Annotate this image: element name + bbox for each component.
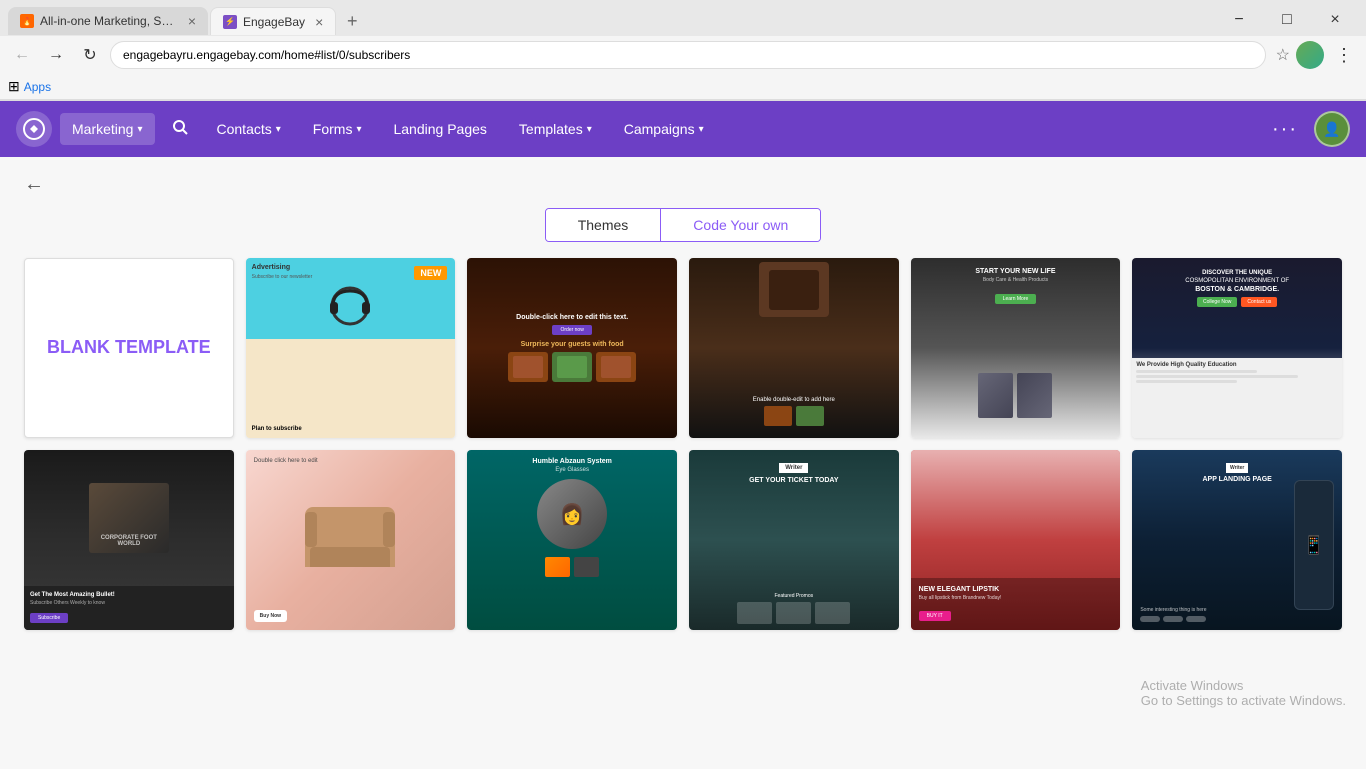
page-content: ← Themes Code Your own BLANK TEMPLATE Ad… xyxy=(0,157,1366,769)
nav-marketing[interactable]: Marketing ▾ xyxy=(60,113,155,145)
corporate-preview: CORPORATE FOOT WORLD Get The Most Amazin… xyxy=(24,450,234,630)
education-preview: DISCOVER THE UNIQUE COSMOPOLITAN ENVIRON… xyxy=(1132,258,1342,438)
search-icon-svg xyxy=(171,118,189,136)
themes-tab[interactable]: Themes xyxy=(546,209,661,241)
nav-templates-label: Templates xyxy=(519,121,583,137)
nav-contacts[interactable]: Contacts ▾ xyxy=(205,113,293,145)
code-your-own-tab[interactable]: Code Your own xyxy=(661,209,820,241)
nav-search-icon[interactable] xyxy=(163,110,197,149)
browser-profile-avatar[interactable] xyxy=(1296,41,1324,69)
view-tab-group: Themes Code Your own xyxy=(545,208,822,242)
browser-tab-1[interactable]: 🔥 All-in-one Marketing, Sales, Sup... × xyxy=(8,7,208,35)
template-card-headphones[interactable]: Advertising Subscribe to our newsletter … xyxy=(246,258,456,438)
template-card-food[interactable]: Double-click here to edit this text. Ord… xyxy=(467,258,677,438)
back-nav-button[interactable]: ← xyxy=(8,41,36,69)
template-card-corporate[interactable]: CORPORATE FOOT WORLD Get The Most Amazin… xyxy=(24,450,234,630)
nav-forms-label: Forms xyxy=(313,121,353,137)
headphones-preview: Advertising Subscribe to our newsletter … xyxy=(246,258,456,438)
nav-templates[interactable]: Templates ▾ xyxy=(507,113,604,145)
template-card-health[interactable]: START YOUR NEW LIFE Body Care & Health P… xyxy=(911,258,1121,438)
lipstick-preview: NEW ELEGANT LIPSTIK Buy all lipstick fro… xyxy=(911,450,1121,630)
avatar-initial: 👤 xyxy=(1323,121,1340,138)
nav-templates-chevron: ▾ xyxy=(587,124,592,135)
nav-forms[interactable]: Forms ▾ xyxy=(301,113,374,145)
bookmark-star-icon[interactable]: ☆ xyxy=(1276,45,1290,65)
nav-more-button[interactable]: ··· xyxy=(1264,110,1306,149)
health-preview: START YOUR NEW LIFE Body Care & Health P… xyxy=(911,258,1121,438)
template-card-coffee[interactable]: Enable double-edit to add here xyxy=(689,258,899,438)
food-preview: Double-click here to edit this text. Ord… xyxy=(467,258,677,438)
app-logo[interactable] xyxy=(16,111,52,147)
nav-marketing-chevron: ▾ xyxy=(137,124,142,135)
forward-nav-button[interactable]: → xyxy=(42,41,70,69)
tab2-label: EngageBay xyxy=(243,15,305,29)
coffee-preview: Enable double-edit to add here xyxy=(689,258,899,438)
template-card-education[interactable]: DISCOVER THE UNIQUE COSMOPOLITAN ENVIRON… xyxy=(1132,258,1342,438)
apps-grid-icon[interactable]: ⊞ xyxy=(8,78,20,95)
address-bar[interactable] xyxy=(110,41,1266,69)
template-card-app-landing[interactable]: Writer APP LANDING PAGE 📱 Some interesti… xyxy=(1132,450,1342,630)
template-card-lipstick[interactable]: NEW ELEGANT LIPSTIK Buy all lipstick fro… xyxy=(911,450,1121,630)
nav-landing-pages[interactable]: Landing Pages xyxy=(381,113,498,145)
nav-campaigns[interactable]: Campaigns ▾ xyxy=(612,113,716,145)
user-avatar[interactable]: 👤 xyxy=(1314,111,1350,147)
logo-icon xyxy=(23,118,45,140)
blank-template-label: BLANK TEMPLATE xyxy=(47,336,211,359)
view-tabs-container: Themes Code Your own xyxy=(24,208,1342,242)
tab2-close[interactable]: × xyxy=(315,14,323,30)
tab1-close[interactable]: × xyxy=(188,13,196,29)
nav-contacts-chevron: ▾ xyxy=(276,124,281,135)
template-card-teal[interactable]: Humble Abzaun System Eye Glasses 👩 xyxy=(467,450,677,630)
nav-contacts-label: Contacts xyxy=(217,121,272,137)
nav-campaigns-chevron: ▾ xyxy=(699,124,704,135)
back-button[interactable]: ← xyxy=(24,173,44,196)
white-table-preview: Writer GET YOUR TICKET TODAY Featured Pr… xyxy=(689,450,899,630)
new-tab-button[interactable]: + xyxy=(338,7,366,35)
nav-forms-chevron: ▾ xyxy=(356,124,361,135)
blank-template-card[interactable]: BLANK TEMPLATE xyxy=(24,258,234,438)
tab1-label: All-in-one Marketing, Sales, Sup... xyxy=(40,14,178,28)
template-card-white-table[interactable]: Writer GET YOUR TICKET TODAY Featured Pr… xyxy=(689,450,899,630)
teal-preview: Humble Abzaun System Eye Glasses 👩 xyxy=(467,450,677,630)
sofa-preview: Double click here to edit Buy Now xyxy=(246,450,456,630)
template-card-sofa[interactable]: Double click here to edit Buy Now xyxy=(246,450,456,630)
maximize-button[interactable]: □ xyxy=(1264,6,1310,34)
app-landing-preview: Writer APP LANDING PAGE 📱 Some interesti… xyxy=(1132,450,1342,630)
nav-campaigns-label: Campaigns xyxy=(624,121,695,137)
app-navigation: Marketing ▾ Contacts ▾ Forms ▾ Landing P… xyxy=(0,101,1366,157)
close-button[interactable]: × xyxy=(1312,6,1358,34)
tab1-favicon: 🔥 xyxy=(20,14,34,28)
browser-menu-button[interactable]: ⋮ xyxy=(1330,41,1358,69)
nav-marketing-label: Marketing xyxy=(72,121,133,137)
apps-label[interactable]: Apps xyxy=(24,80,51,94)
browser-tab-2[interactable]: ⚡ EngageBay × xyxy=(210,7,336,35)
minimize-button[interactable]: − xyxy=(1216,6,1262,34)
nav-landing-pages-label: Landing Pages xyxy=(393,121,486,137)
reload-button[interactable]: ↻ xyxy=(76,41,104,69)
templates-grid: BLANK TEMPLATE Advertising Subscribe to … xyxy=(24,258,1342,630)
new-badge: NEW xyxy=(414,266,447,280)
tab2-favicon: ⚡ xyxy=(223,15,237,29)
